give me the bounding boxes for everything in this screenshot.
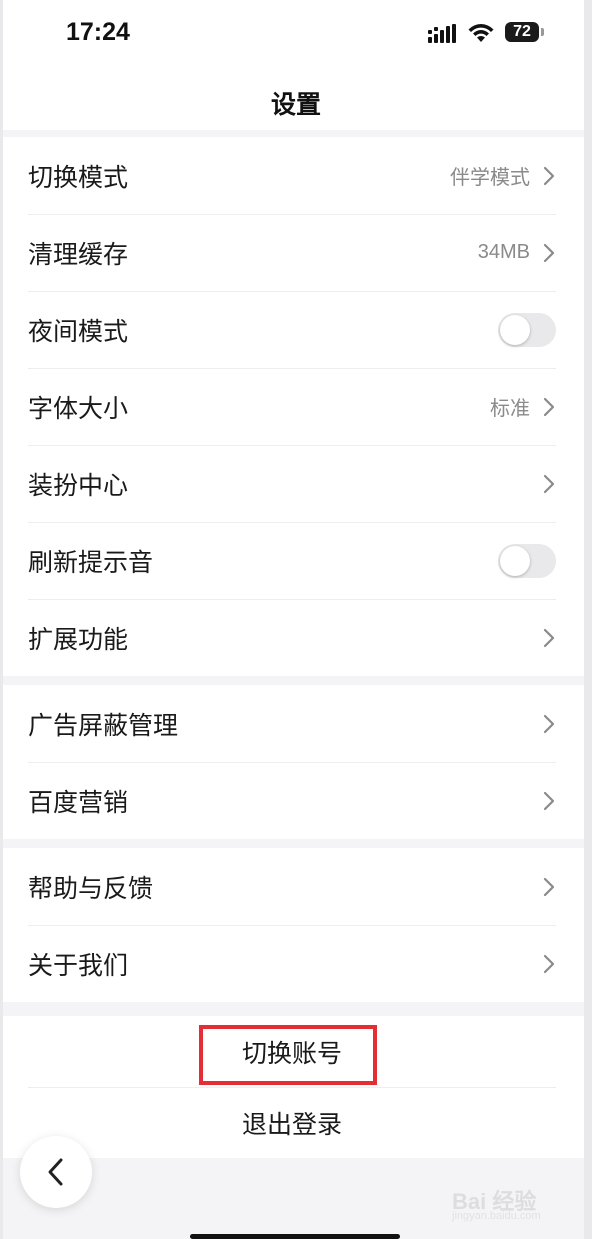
watermark-sub: jingyan.baidu.com: [452, 1210, 541, 1222]
row-label: 装扮中心: [28, 471, 129, 500]
phone-screen: 17:24 72 设置 切换模式 伴学模式 清理缓存 34MB 夜间模式 字体大…: [0, 0, 592, 1239]
logout-button[interactable]: 退出登录: [0, 1087, 584, 1158]
row-font-size[interactable]: 字体大小 标准: [0, 368, 584, 445]
row-help-feedback[interactable]: 帮助与反馈: [0, 848, 584, 925]
row-label: 百度营销: [28, 788, 129, 817]
home-indicator: [190, 1234, 400, 1239]
chevron-right-icon: [543, 791, 555, 810]
row-value: 标准: [490, 398, 530, 420]
chevron-left-icon: [48, 1158, 63, 1186]
chevron-right-icon: [543, 166, 555, 185]
settings-group-ads: 广告屏蔽管理 百度营销: [0, 685, 584, 839]
back-button[interactable]: [20, 1136, 92, 1208]
night-mode-toggle[interactable]: [498, 312, 556, 347]
wifi-icon: [468, 24, 494, 42]
chevron-right-icon: [543, 397, 555, 416]
settings-group-help: 帮助与反馈 关于我们: [0, 848, 584, 1002]
account-actions: 切换账号 退出登录: [0, 1016, 584, 1158]
cellular-signal-icon: [428, 24, 456, 43]
battery-nub: [541, 28, 544, 36]
battery-icon: 72: [505, 22, 539, 42]
row-about-us[interactable]: 关于我们: [0, 925, 584, 1002]
switch-account-button[interactable]: 切换账号: [0, 1016, 584, 1087]
row-theme-center[interactable]: 装扮中心: [0, 445, 584, 522]
row-refresh-sound: 刷新提示音: [0, 522, 584, 599]
chevron-right-icon: [543, 954, 555, 973]
chevron-right-icon: [543, 628, 555, 647]
row-label: 切换模式: [28, 163, 129, 192]
row-ad-block[interactable]: 广告屏蔽管理: [0, 685, 584, 762]
row-label: 夜间模式: [28, 317, 129, 346]
nav-bar: 设置: [0, 66, 592, 130]
chevron-right-icon: [543, 714, 555, 733]
chevron-right-icon: [543, 877, 555, 896]
status-bar: 17:24 72: [0, 0, 592, 66]
settings-group-general: 切换模式 伴学模式 清理缓存 34MB 夜间模式 字体大小 标准 装扮中心 刷新…: [0, 137, 584, 676]
row-label: 帮助与反馈: [28, 874, 154, 903]
page-title: 设置: [270, 91, 321, 119]
row-night-mode: 夜间模式: [0, 291, 584, 368]
row-value: 伴学模式: [450, 167, 530, 189]
row-switch-mode[interactable]: 切换模式 伴学模式: [0, 137, 584, 214]
row-label: 字体大小: [28, 394, 129, 423]
row-label: 广告屏蔽管理: [28, 711, 179, 740]
row-baidu-marketing[interactable]: 百度营销: [0, 762, 584, 839]
refresh-sound-toggle[interactable]: [498, 543, 556, 578]
baidu-jingyan-watermark: Bai 经验 jingyan.baidu.com: [452, 1184, 562, 1224]
toggle-knob: [500, 545, 530, 576]
chevron-right-icon: [543, 474, 555, 493]
chevron-right-icon: [543, 243, 555, 262]
row-label: 刷新提示音: [28, 548, 154, 577]
row-value: 34MB: [477, 241, 530, 263]
screen-edge-left: [0, 0, 3, 1239]
toggle-knob: [500, 314, 530, 345]
status-time: 17:24: [66, 18, 130, 46]
row-clear-cache[interactable]: 清理缓存 34MB: [0, 214, 584, 291]
row-label: 扩展功能: [28, 625, 129, 654]
row-label: 关于我们: [28, 951, 129, 980]
row-label: 清理缓存: [28, 240, 129, 269]
row-extensions[interactable]: 扩展功能: [0, 599, 584, 676]
screen-edge-right: [584, 0, 592, 1239]
